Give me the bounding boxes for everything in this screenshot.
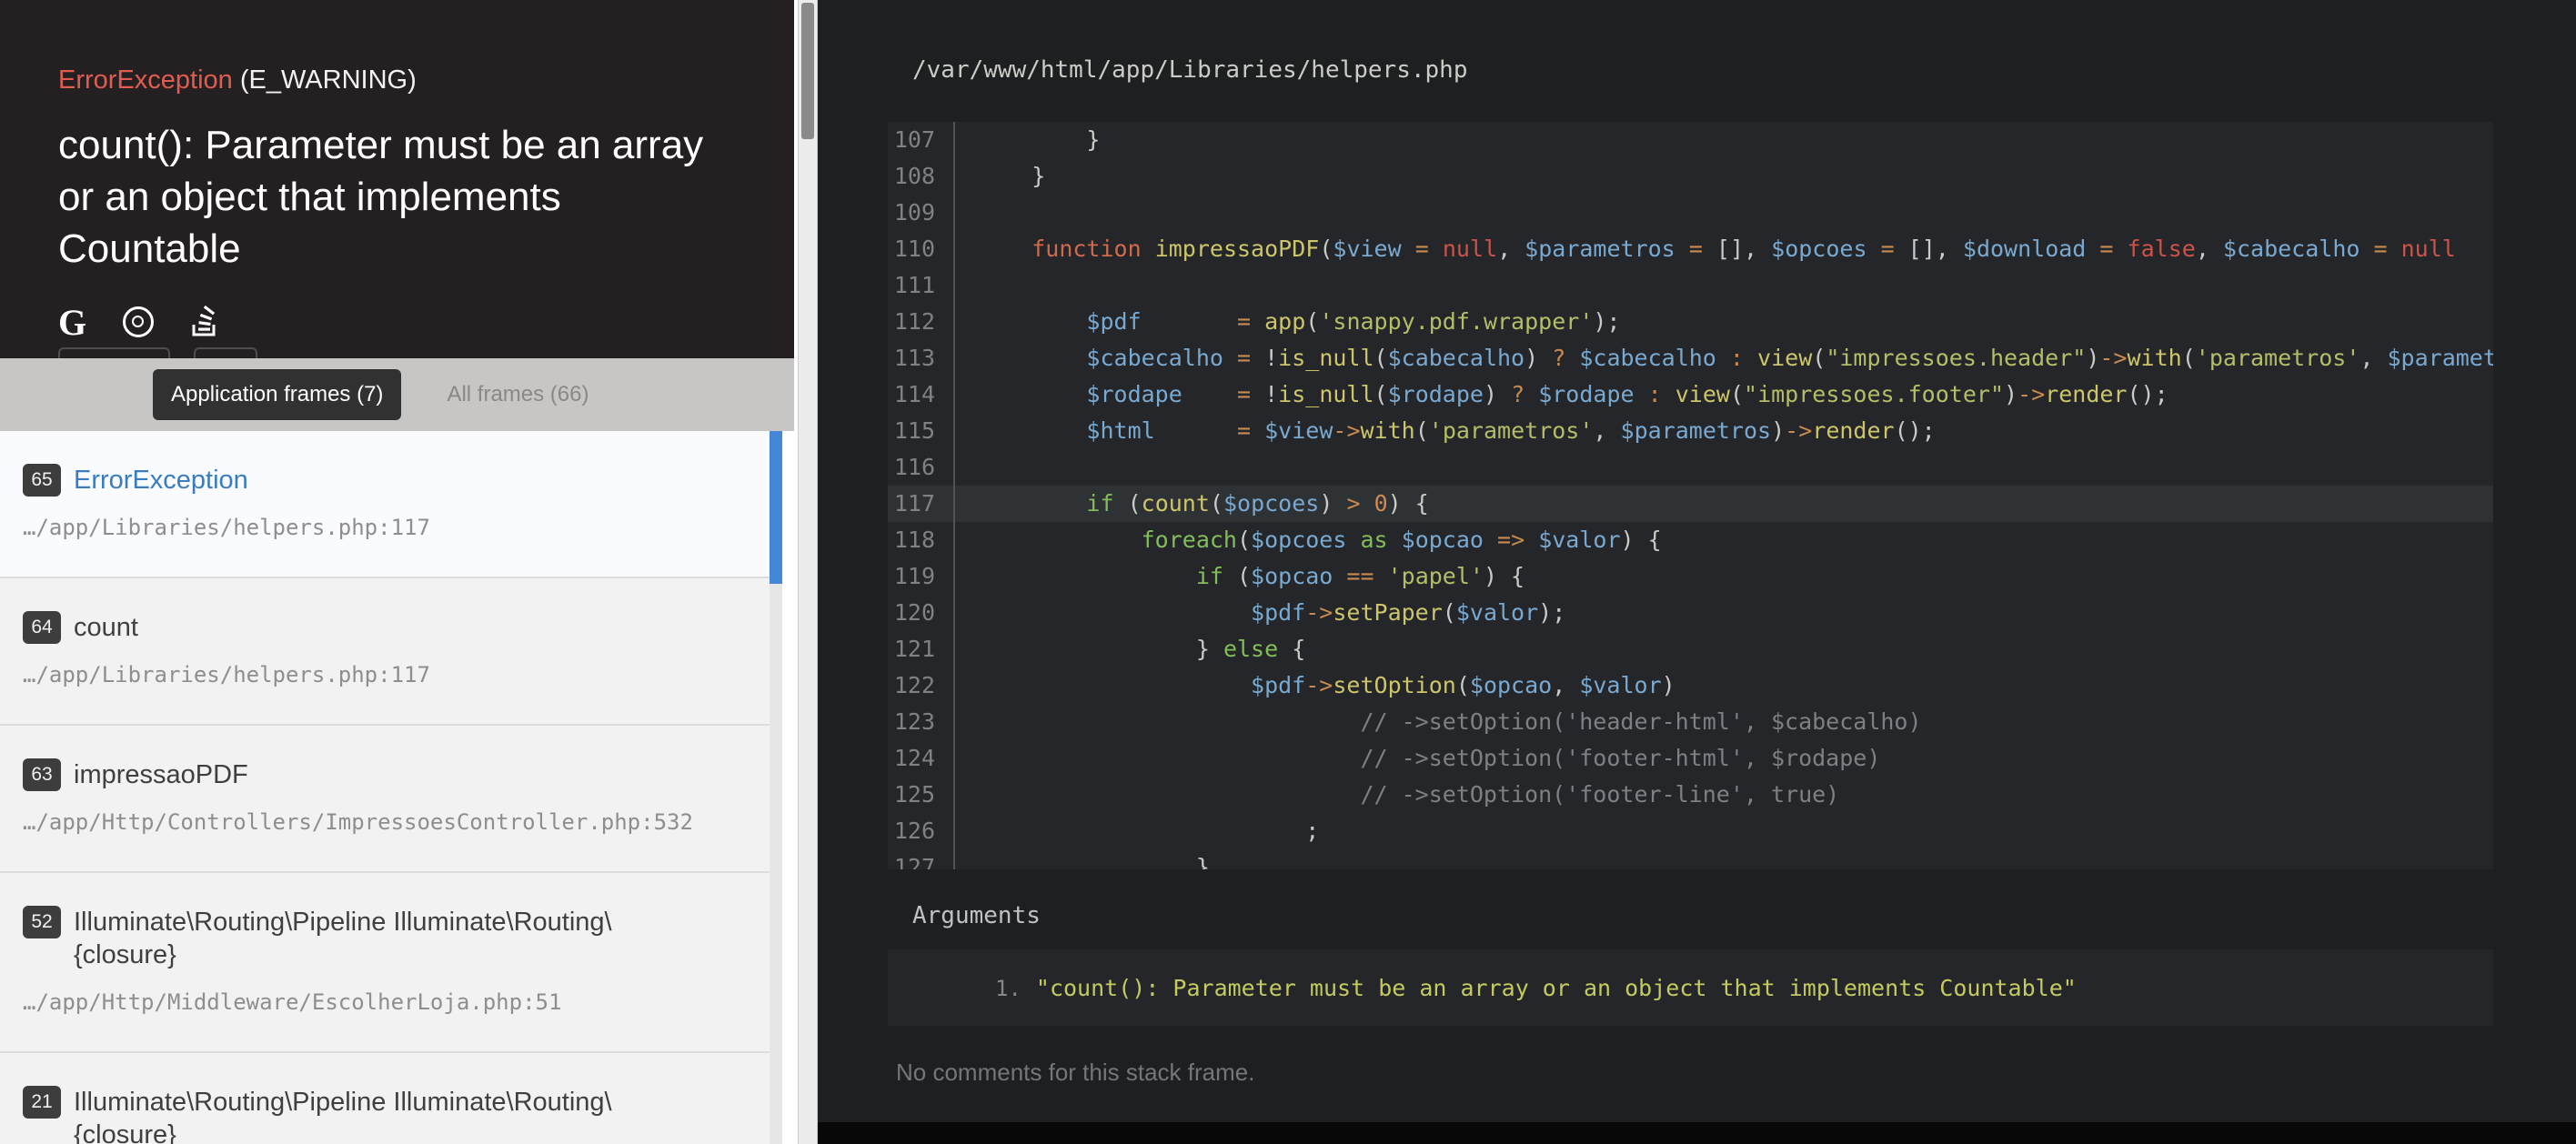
frame-title: impressaoPDF: [74, 758, 692, 791]
page-scrollbar-thumb[interactable]: [801, 3, 814, 139]
code-line: 119 if ($opcao == 'papel') {: [888, 558, 2493, 595]
code-line: 126 ;: [888, 813, 2493, 849]
code-lines: 107 }108 }109110 function impressaoPDF($…: [888, 122, 2493, 869]
frame-index-badge: 65: [23, 464, 61, 497]
code-line: 111: [888, 267, 2493, 304]
code-line: 127 }: [888, 849, 2493, 869]
frames-scrollbar-thumb[interactable]: [770, 431, 782, 584]
line-number: 114: [888, 376, 953, 413]
frame-index-badge: 63: [23, 758, 61, 791]
code-line: 123 // ->setOption('header-html', $cabec…: [888, 704, 2493, 740]
code-viewer-panel: /var/www/html/app/Libraries/helpers.php …: [818, 0, 2576, 1144]
search-links: G: [58, 302, 736, 342]
line-number: 108: [888, 158, 953, 195]
line-number: 116: [888, 449, 953, 486]
code-line: 115 $html = $view->with('parametros', $p…: [888, 413, 2493, 449]
line-number: 120: [888, 595, 953, 631]
code-line: 120 $pdf->setPaper($valor);: [888, 595, 2493, 631]
frame-title: Illuminate\Routing\Pipeline Illuminate\R…: [74, 1086, 692, 1144]
google-search-icon[interactable]: G: [58, 301, 86, 344]
exception-severity: (E_WARNING): [240, 65, 417, 95]
line-number: 118: [888, 522, 953, 558]
code-line: 124 // ->setOption('footer-html', $rodap…: [888, 740, 2493, 777]
line-number: 115: [888, 413, 953, 449]
header-action-button[interactable]: [58, 347, 170, 358]
exception-type-line: ErrorException (E_WARNING): [58, 65, 736, 95]
stack-frame[interactable]: 63 impressaoPDF …/app/Http/Controllers/Imp…: [0, 726, 770, 873]
frame-title: count: [74, 611, 692, 644]
exception-message: count(): Parameter must be an array or a…: [58, 119, 740, 275]
argument-index: 1.: [995, 976, 1021, 1001]
bottom-bar: [818, 1122, 2576, 1144]
exception-header: ErrorException (E_WARNING) count(): Para…: [0, 0, 794, 358]
code-line: 122 $pdf->setOption($opcao, $valor): [888, 667, 2493, 704]
line-number: 113: [888, 340, 953, 376]
code-line: 117 if (count($opcoes) > 0) {: [888, 486, 2493, 522]
stack-frames-panel: 65 ErrorException …/app/Libraries/helpers.…: [0, 431, 794, 1144]
line-number: 111: [888, 267, 953, 304]
code-line: 116: [888, 449, 2493, 486]
line-number: 124: [888, 740, 953, 777]
arguments-title: Arguments: [912, 902, 1041, 929]
frame-file-path: …/app/Libraries/helpers.php:117: [23, 515, 751, 540]
frames-list: 65 ErrorException …/app/Libraries/helpers.…: [0, 431, 794, 1144]
duckduckgo-search-icon[interactable]: [123, 306, 154, 337]
frame-index-badge: 64: [23, 611, 61, 644]
stack-frame[interactable]: 21 Illuminate\Routing\Pipeline Illuminate…: [0, 1053, 770, 1144]
frame-index-badge: 52: [23, 906, 61, 938]
code-line: 108 }: [888, 158, 2493, 195]
line-number: 109: [888, 195, 953, 231]
header-action-buttons: [58, 347, 257, 358]
code-line: 113 $cabecalho = !is_null($cabecalho) ? …: [888, 340, 2493, 376]
header-action-button[interactable]: [194, 347, 257, 358]
line-number: 121: [888, 631, 953, 667]
line-number: 126: [888, 813, 953, 849]
code-line: 110 function impressaoPDF($view = null, …: [888, 231, 2493, 267]
exception-class: ErrorException: [58, 65, 233, 95]
code-line: 121 } else {: [888, 631, 2493, 667]
code-line: 107 }: [888, 122, 2493, 158]
stack-frame[interactable]: 65 ErrorException …/app/Libraries/helpers.…: [0, 431, 770, 578]
frame-file-path: …/app/Http/Middleware/EscolherLoja.php:5…: [23, 989, 751, 1015]
code-snippet: 107 }108 }109110 function impressaoPDF($…: [888, 122, 2493, 869]
frames-tabbar: Application frames (7) All frames (66): [0, 358, 794, 431]
line-number: 125: [888, 777, 953, 813]
line-number: 123: [888, 704, 953, 740]
line-number: 107: [888, 122, 953, 158]
tab-all-frames[interactable]: All frames (66): [447, 382, 589, 407]
argument-value: "count(): Parameter must be an array or …: [1036, 975, 2077, 1001]
frames-scrollbar[interactable]: [770, 431, 782, 1144]
line-number: 119: [888, 558, 953, 595]
frame-index-badge: 21: [23, 1086, 61, 1119]
code-line: 114 $rodape = !is_null($rodape) ? $rodap…: [888, 376, 2493, 413]
line-number: 127: [888, 849, 953, 869]
line-number: 112: [888, 304, 953, 340]
arguments-box: 1. "count(): Parameter must be an array o…: [888, 949, 2493, 1026]
frame-comments: No comments for this stack frame.: [896, 1059, 1254, 1087]
stackoverflow-search-icon[interactable]: [190, 303, 219, 342]
code-line: 125 // ->setOption('footer-line', true): [888, 777, 2493, 813]
line-number: 122: [888, 667, 953, 704]
line-number: 110: [888, 231, 953, 267]
code-line: 109: [888, 195, 2493, 231]
page-scrollbar[interactable]: [798, 0, 818, 1144]
stack-frame[interactable]: 64 count …/app/Libraries/helpers.php:117: [0, 578, 770, 726]
frame-title: ErrorException: [74, 464, 692, 497]
stack-frame[interactable]: 52 Illuminate\Routing\Pipeline Illuminate…: [0, 873, 770, 1053]
open-file-path[interactable]: /var/www/html/app/Libraries/helpers.php: [912, 56, 1467, 84]
argument-row: 1. "count(): Parameter must be an array o…: [888, 975, 2493, 1001]
frame-title: Illuminate\Routing\Pipeline Illuminate\R…: [74, 906, 692, 971]
frame-file-path: …/app/Libraries/helpers.php:117: [23, 662, 751, 687]
code-line: 118 foreach($opcoes as $opcao => $valor)…: [888, 522, 2493, 558]
error-sidebar: ErrorException (E_WARNING) count(): Para…: [0, 0, 794, 1144]
frame-file-path: …/app/Http/Controllers/ImpressoesControl…: [23, 809, 751, 835]
code-line: 112 $pdf = app('snappy.pdf.wrapper');: [888, 304, 2493, 340]
tab-application-frames[interactable]: Application frames (7): [153, 369, 401, 420]
line-number: 117: [888, 486, 953, 522]
